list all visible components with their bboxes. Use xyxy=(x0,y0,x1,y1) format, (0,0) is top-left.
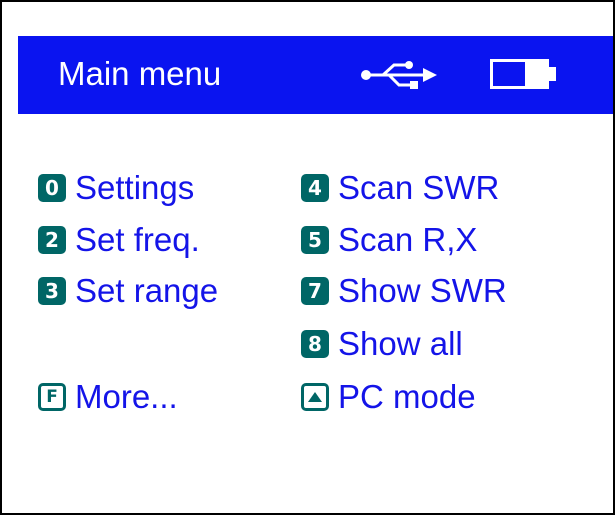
page-title: Main menu xyxy=(58,55,222,92)
menu-item-label: PC mode xyxy=(338,378,476,415)
key-8-badge: 8 xyxy=(301,330,329,358)
menu-item-label: Set freq. xyxy=(75,221,200,258)
key-2-badge: 2 xyxy=(38,226,66,254)
key-f-badge: F xyxy=(38,383,66,411)
menu-item-show-swr[interactable]: 7 Show SWR xyxy=(301,269,507,313)
menu-item-scan-rx[interactable]: 5 Scan R,X xyxy=(301,218,477,262)
usb-icon xyxy=(361,61,437,89)
menu-item-label: Settings xyxy=(75,169,195,206)
menu-item-set-range[interactable]: 3 Set range xyxy=(38,269,218,313)
menu-item-label: Show all xyxy=(338,325,463,362)
device-screen: Main menu 0 Settings 2 Set freq. 3 Set r… xyxy=(0,0,615,515)
menu-item-label: Scan SWR xyxy=(338,169,500,206)
menu-item-label: Show SWR xyxy=(338,272,507,309)
menu-item-settings[interactable]: 0 Settings xyxy=(38,166,194,210)
key-7-badge: 7 xyxy=(301,277,329,305)
title-bar: Main menu xyxy=(18,36,613,114)
up-arrow-icon xyxy=(301,383,329,411)
menu-item-show-all[interactable]: 8 Show all xyxy=(301,322,463,366)
menu-item-scan-swr[interactable]: 4 Scan SWR xyxy=(301,166,499,210)
menu-item-pc-mode[interactable]: PC mode xyxy=(301,375,476,419)
key-5-badge: 5 xyxy=(301,226,329,254)
menu-item-label: More... xyxy=(75,378,178,415)
menu-item-label: Scan R,X xyxy=(338,221,478,258)
menu-item-set-freq[interactable]: 2 Set freq. xyxy=(38,218,200,262)
key-3-badge: 3 xyxy=(38,277,66,305)
key-0-badge: 0 xyxy=(38,174,66,202)
key-4-badge: 4 xyxy=(301,174,329,202)
menu-item-more[interactable]: F More... xyxy=(38,375,178,419)
battery-icon xyxy=(490,59,556,89)
menu-item-label: Set range xyxy=(75,272,219,309)
